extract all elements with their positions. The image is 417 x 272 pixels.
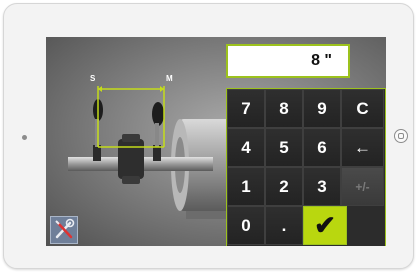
key-4-label: 4 bbox=[241, 137, 251, 157]
key-backspace[interactable]: ← bbox=[341, 128, 384, 167]
key-0-label: 0 bbox=[241, 215, 251, 235]
key-9-label: 9 bbox=[317, 98, 327, 118]
key-5-label: 5 bbox=[279, 137, 289, 157]
key-9[interactable]: 9 bbox=[303, 89, 341, 128]
key-8-label: 8 bbox=[279, 98, 289, 118]
sensor-m-label: M bbox=[166, 74, 173, 83]
key-7[interactable]: 7 bbox=[227, 89, 265, 128]
key-6-label: 6 bbox=[317, 137, 327, 157]
key-decimal[interactable]: . bbox=[265, 206, 303, 245]
confirm-button-label: ✔ bbox=[314, 210, 336, 240]
sensor-s-label: S bbox=[90, 74, 96, 83]
key-1-label: 1 bbox=[241, 176, 251, 196]
key-4[interactable]: 4 bbox=[227, 128, 265, 167]
wrench-screwdriver-icon bbox=[55, 218, 75, 239]
key-1[interactable]: 1 bbox=[227, 167, 265, 206]
home-button[interactable] bbox=[394, 129, 408, 143]
coupling bbox=[118, 134, 144, 184]
key-sign-label: +/- bbox=[355, 179, 370, 194]
front-camera-icon bbox=[22, 135, 27, 140]
key-2[interactable]: 2 bbox=[265, 167, 303, 206]
key-6[interactable]: 6 bbox=[303, 128, 341, 167]
key-decimal-label: . bbox=[281, 215, 287, 235]
key-3-label: 3 bbox=[317, 176, 327, 196]
key-clear-label: C bbox=[356, 98, 369, 118]
numeric-keypad: 7 8 9 C 4 5 6 ← 1 2 3 +/- 0. ✔ bbox=[226, 88, 386, 246]
key-5[interactable]: 5 bbox=[265, 128, 303, 167]
tablet-frame: S M 8 " 7 8 9 C 4 5 6 ← 1 2 3 +/- 0. ✔ bbox=[3, 3, 414, 269]
key-2-label: 2 bbox=[279, 176, 289, 196]
key-7-label: 7 bbox=[241, 98, 251, 118]
key-backspace-label: ← bbox=[354, 137, 371, 157]
key-clear[interactable]: C bbox=[341, 89, 384, 128]
key-0[interactable]: 0 bbox=[227, 206, 265, 245]
key-3[interactable]: 3 bbox=[303, 167, 341, 206]
value-text: 8 " bbox=[311, 52, 332, 69]
key-sign[interactable]: +/- bbox=[341, 167, 384, 206]
confirm-button[interactable]: ✔ bbox=[303, 206, 347, 245]
alignment-screen: S M 8 " 7 8 9 C 4 5 6 ← 1 2 3 +/- 0. ✔ bbox=[46, 37, 386, 246]
value-display[interactable]: 8 " bbox=[226, 44, 350, 78]
key-8[interactable]: 8 bbox=[265, 89, 303, 128]
tools-button[interactable] bbox=[50, 216, 78, 244]
